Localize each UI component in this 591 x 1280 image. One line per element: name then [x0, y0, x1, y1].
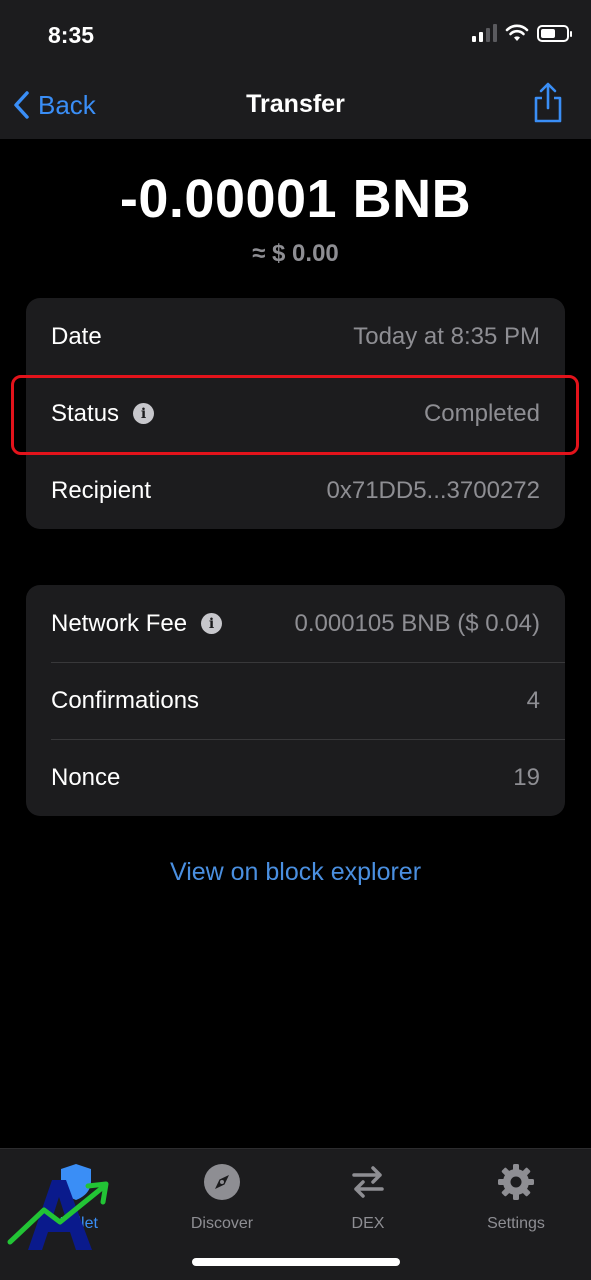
recipient-row[interactable]: Recipient 0x71DD5...3700272: [26, 452, 565, 529]
nonce-label: Nonce: [51, 763, 121, 791]
tab-settings[interactable]: Settings: [456, 1161, 576, 1233]
confirmations-label: Confirmations: [51, 686, 200, 714]
info-icon[interactable]: i: [201, 613, 223, 634]
status-time: 8:35: [48, 22, 95, 48]
network-fee-label-group: Network Fee i: [51, 609, 223, 638]
home-indicator[interactable]: [192, 1258, 400, 1266]
date-value: Today at 8:35 PM: [353, 322, 540, 350]
swap-arrows-icon: [352, 1166, 384, 1198]
date-label: Date: [51, 322, 102, 350]
tab-discover[interactable]: Discover: [162, 1161, 282, 1233]
recipient-value[interactable]: 0x71DD5...3700272: [327, 477, 541, 505]
tab-discover-label: Discover: [190, 1215, 254, 1232]
details-card: Date Today at 8:35 PM Status i Completed…: [26, 298, 565, 529]
status-label: Status: [51, 399, 120, 427]
shield-icon: [61, 1164, 91, 1200]
nonce-row: Nonce 19: [26, 739, 565, 816]
tab-dex[interactable]: DEX: [308, 1161, 428, 1233]
status-value: Completed: [423, 399, 540, 427]
date-row: Date Today at 8:35 PM: [26, 298, 565, 375]
transfer-amount: -0.00001 BNB: [119, 169, 472, 229]
confirmations-value: 4: [526, 686, 540, 714]
nonce-value: 19: [513, 763, 540, 791]
cellular-signal-icon: [472, 24, 497, 42]
info-icon[interactable]: i: [133, 403, 155, 424]
status-bar: 8:35: [0, 0, 591, 70]
view-block-explorer-link[interactable]: View on block explorer: [0, 858, 591, 887]
confirmations-row: Confirmations 4: [26, 662, 565, 739]
network-fee-value: 0.000105 BNB ($ 0.04): [294, 609, 541, 637]
compass-icon: [204, 1164, 240, 1200]
gear-icon: [498, 1164, 534, 1200]
status-row: Status i Completed: [26, 375, 565, 452]
network-card: Network Fee i 0.000105 BNB ($ 0.04) Conf…: [26, 585, 565, 816]
wifi-icon: [505, 24, 529, 41]
share-button[interactable]: [531, 82, 565, 129]
status-label-group: Status i: [51, 399, 155, 428]
battery-icon: [537, 24, 572, 42]
share-icon: [534, 82, 562, 123]
fiat-value: ≈ $ 0.00: [252, 240, 339, 267]
tab-wallet-label: Wallet: [54, 1215, 98, 1232]
page-title: Transfer: [246, 90, 345, 118]
tab-wallet[interactable]: Wallet: [16, 1161, 136, 1233]
tab-settings-label: Settings: [487, 1215, 545, 1232]
network-fee-row: Network Fee i 0.000105 BNB ($ 0.04): [26, 585, 565, 662]
recipient-label: Recipient: [51, 476, 152, 504]
network-fee-label: Network Fee: [51, 609, 188, 637]
tab-dex-label: DEX: [351, 1215, 385, 1232]
nav-bar: Back Transfer: [0, 70, 591, 139]
status-icons: [472, 24, 572, 42]
